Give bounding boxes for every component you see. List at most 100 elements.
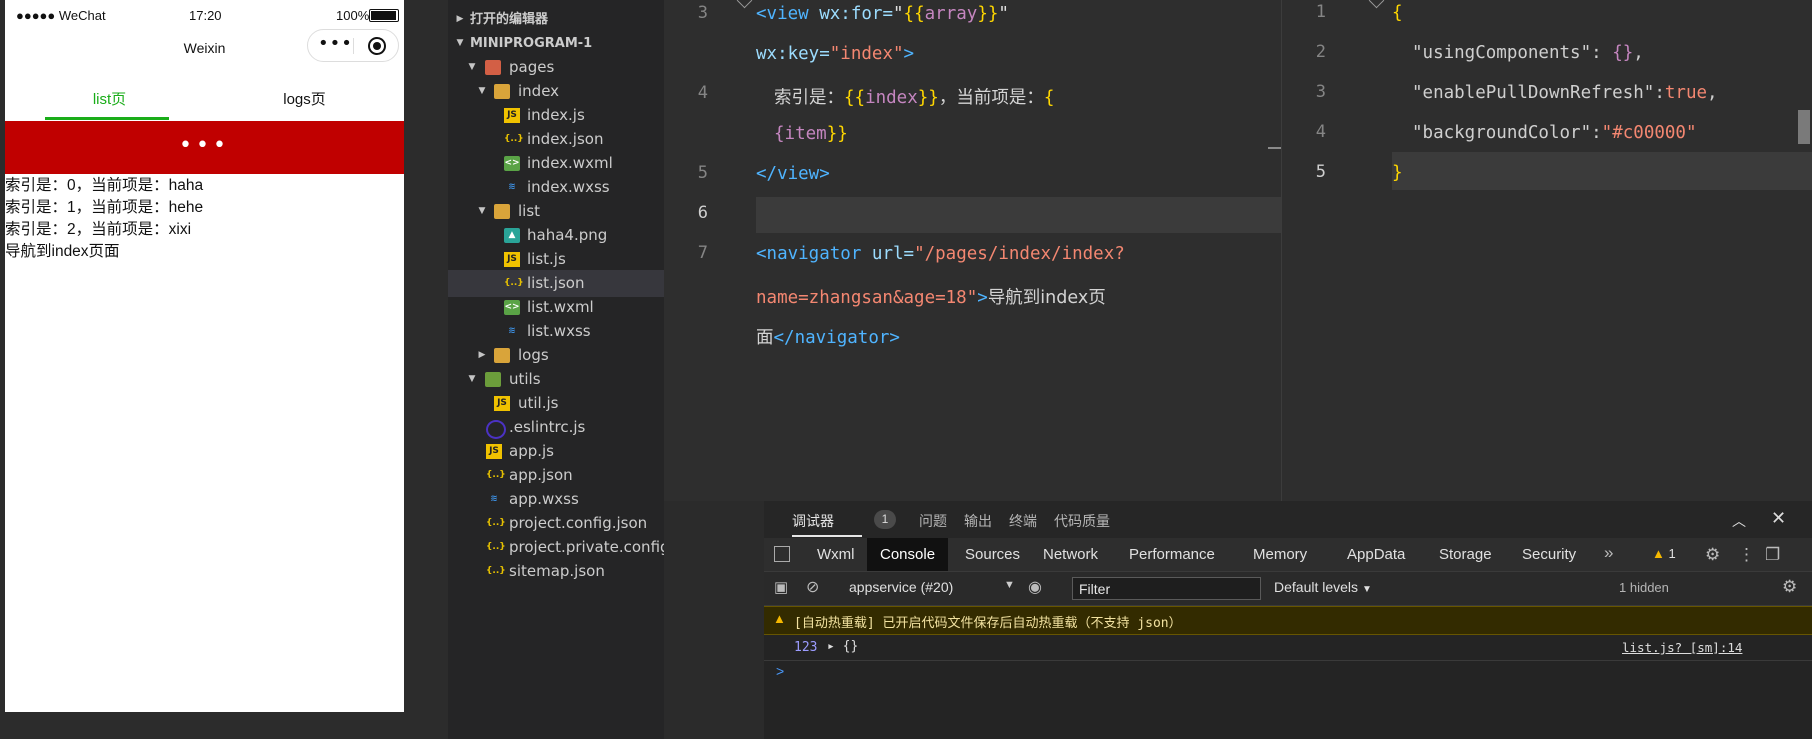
project-section[interactable]: ▼ MINIPROGRAM-1 <box>448 30 664 57</box>
tree-file-project-private-config[interactable]: {..} project.private.config.js... <box>448 534 664 561</box>
top-tabbar: list页 logs页 <box>5 76 404 120</box>
tree-file-project-config[interactable]: {..} project.config.json <box>448 510 664 537</box>
log-levels-select[interactable]: Default levels ▼ <box>1274 579 1372 595</box>
clear-console-icon[interactable]: ⊘ <box>806 577 819 597</box>
tab-list[interactable]: list页 <box>10 88 209 109</box>
tab-memory[interactable]: Memory <box>1240 538 1320 571</box>
tree-file-index-json[interactable]: {..} index.json <box>448 126 664 153</box>
tab-appdata[interactable]: AppData <box>1334 538 1418 571</box>
tab-wxml[interactable]: Wxml <box>804 538 868 571</box>
tree-folder-index[interactable]: ▼ index <box>448 78 664 105</box>
tree-label: sitemap.json <box>509 562 605 580</box>
close-miniprogram-icon[interactable] <box>368 37 386 55</box>
token: }} <box>977 4 999 24</box>
fold-chevron-icon[interactable] <box>736 0 753 9</box>
sidebar-toggle-icon[interactable]: ▣ <box>774 578 788 596</box>
undock-icon[interactable]: ❐ <box>1765 545 1780 565</box>
chevron-down-icon[interactable]: ▼ <box>466 366 478 393</box>
tab-storage[interactable]: Storage <box>1426 538 1505 571</box>
tab-debugger[interactable]: 调试器 <box>792 511 834 531</box>
tree-file-list-wxml[interactable]: <> list.wxml <box>448 294 664 321</box>
tree-label: utils <box>509 370 541 388</box>
chevron-down-icon[interactable]: ▼ <box>476 78 488 105</box>
tab-output[interactable]: 输出 <box>964 511 992 531</box>
console-prompt[interactable]: > <box>776 663 784 679</box>
caret-down-icon[interactable]: ▼ <box>1004 579 1015 591</box>
tree-folder-logs[interactable]: ▶ logs <box>448 342 664 369</box>
token: name=zhangsan&age=18" <box>756 288 978 308</box>
token: 面 <box>756 328 774 348</box>
status-time: 17:20 <box>189 8 222 23</box>
gear-icon[interactable]: ⚙ <box>1782 577 1797 597</box>
token: "#c00000" <box>1601 123 1697 143</box>
code-line: "backgroundColor":"#c00000" <box>1412 123 1697 143</box>
tree-file-util-js[interactable]: JS util.js <box>448 390 664 417</box>
tree-file-list-json[interactable]: {..} list.json <box>448 270 664 297</box>
kebab-menu-icon[interactable]: ⋮ <box>1738 545 1755 565</box>
log-levels-label: Default levels <box>1274 579 1359 595</box>
chevron-right-icon[interactable]: ▶ <box>476 342 488 369</box>
capsule-menu[interactable]: ••• <box>307 29 399 62</box>
console-warning: ▲ [自动热重载] 已开启代码文件保存后自动热重载（不支持 json） <box>764 606 1812 635</box>
tree-file-index-wxml[interactable]: <> index.wxml <box>448 150 664 177</box>
token: {{ <box>903 4 925 24</box>
tree-file-index-wxss[interactable]: ≋ index.wxss <box>448 174 664 201</box>
chevron-down-icon[interactable]: ▼ <box>476 198 488 225</box>
warning-counter[interactable]: ▲ 1 <box>1652 546 1676 561</box>
fold-chevron-icon[interactable] <box>1368 0 1385 9</box>
context-select[interactable]: appservice (#20) <box>849 579 953 595</box>
log-object[interactable]: ▸ {} <box>827 639 858 654</box>
code-line: "usingComponents": {}, <box>1412 43 1644 63</box>
tree-file-eslintrc[interactable]: .eslintrc.js <box>448 414 664 441</box>
tree-file-app-json[interactable]: {..} app.json <box>448 462 664 489</box>
tree-file-haha4-png[interactable]: ▲ haha4.png <box>448 222 664 249</box>
tab-code-quality[interactable]: 代码质量 <box>1054 511 1110 531</box>
tree-file-list-wxss[interactable]: ≋ list.wxss <box>448 318 664 345</box>
tab-logs[interactable]: logs页 <box>205 88 404 109</box>
tree-label: haha4.png <box>527 226 608 244</box>
status-bar: ●●●●● WeChat 17:20 100% <box>5 0 404 30</box>
close-icon[interactable]: ✕ <box>1771 508 1786 529</box>
code-line: wx:key="index"> <box>756 44 914 64</box>
open-editors-section[interactable]: ▶ 打开的编辑器 <box>448 6 664 33</box>
navigator-link[interactable]: 导航到index页面 <box>5 241 203 263</box>
token: : <box>1654 83 1665 103</box>
tree-folder-pages[interactable]: ▼ pages <box>448 54 664 81</box>
line-number: 2 <box>1315 42 1326 62</box>
code-editor-wxml[interactable]: 3 4 5 6 7 <view wx:for="{{array}}" wx:ke… <box>664 0 1281 501</box>
tab-performance[interactable]: Performance <box>1116 538 1228 571</box>
chevron-down-icon[interactable]: ▼ <box>454 30 466 57</box>
chevron-up-icon[interactable]: ︿ <box>1732 511 1746 531</box>
code-editor-json[interactable]: 1 2 3 4 5 { "usingComponents": {}, "enab… <box>1282 0 1812 501</box>
tree-folder-list[interactable]: ▼ list <box>448 198 664 225</box>
tree-file-index-js[interactable]: JS index.js <box>448 102 664 129</box>
tree-file-list-js[interactable]: JS list.js <box>448 246 664 273</box>
filter-input[interactable] <box>1072 577 1261 600</box>
file-explorer: ▶ 打开的编辑器 ▼ MINIPROGRAM-1 ▼ pages ▼ index… <box>448 0 664 739</box>
scrollbar-thumb[interactable] <box>1798 110 1810 144</box>
caret-down-icon: ▼ <box>1361 584 1372 595</box>
tree-file-app-js[interactable]: JS app.js <box>448 438 664 465</box>
eye-icon[interactable]: ◉ <box>1028 577 1042 597</box>
chevron-right-icon[interactable]: ▶ <box>454 6 466 33</box>
capsule-divider <box>353 38 354 54</box>
json-file-icon: {..} <box>504 134 524 144</box>
tab-sources[interactable]: Sources <box>952 538 1033 571</box>
gear-icon[interactable]: ⚙ <box>1705 545 1720 565</box>
line-number: 3 <box>1315 82 1326 102</box>
tree-file-app-wxss[interactable]: ≋ app.wxss <box>448 486 664 513</box>
tree-label: app.json <box>509 466 573 484</box>
tab-network[interactable]: Network <box>1030 538 1111 571</box>
wxml-file-icon: <> <box>504 156 520 171</box>
tab-console[interactable]: Console <box>867 538 949 571</box>
more-tabs-icon[interactable]: » <box>1604 543 1613 563</box>
tab-security[interactable]: Security <box>1509 538 1589 571</box>
tree-file-sitemap[interactable]: {..} sitemap.json <box>448 558 664 585</box>
log-source-link[interactable]: list.js? [sm]:14 <box>1622 640 1742 655</box>
more-icon[interactable]: ••• <box>318 33 353 54</box>
tree-folder-utils[interactable]: ▼ utils <box>448 366 664 393</box>
tab-problems[interactable]: 问题 <box>919 511 947 531</box>
inspect-element-icon[interactable] <box>774 546 790 562</box>
chevron-down-icon[interactable]: ▼ <box>466 54 478 81</box>
tab-terminal[interactable]: 终端 <box>1009 511 1037 531</box>
